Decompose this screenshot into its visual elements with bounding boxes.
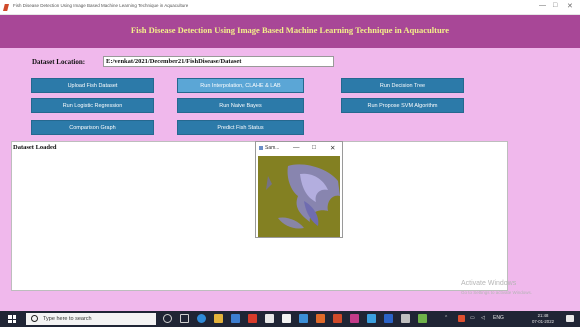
volume-icon[interactable]: ◁ bbox=[481, 315, 485, 321]
photos-icon[interactable] bbox=[367, 314, 376, 323]
task-view-icon[interactable] bbox=[180, 314, 189, 323]
taskbar-search-box[interactable]: Type here to search bbox=[26, 313, 156, 325]
window-title: Fish Disease Detection Using Image Based… bbox=[13, 3, 189, 8]
header-band: Fish Disease Detection Using Image Based… bbox=[0, 15, 580, 48]
feather-app-icon bbox=[3, 4, 9, 11]
tray-chevron-icon[interactable]: ⌃ bbox=[444, 315, 448, 321]
media-player-icon[interactable] bbox=[350, 314, 359, 323]
tray-language[interactable]: ENG bbox=[493, 315, 504, 321]
run-naive-bayes-button[interactable]: Run Naive Bayes bbox=[177, 98, 304, 113]
popup-close-button[interactable]: ✕ bbox=[330, 144, 335, 152]
taskbar-clock[interactable]: 21:48 07-01-2022 bbox=[532, 313, 554, 325]
dataset-location-label: Dataset Location: bbox=[32, 58, 86, 66]
tray-app-icon[interactable] bbox=[458, 315, 465, 322]
maximize-button[interactable]: □ bbox=[553, 2, 557, 9]
activate-windows-watermark: Activate Windows bbox=[461, 280, 517, 287]
popup-app-icon bbox=[259, 146, 263, 150]
activate-windows-subtext: Go to Settings to activate Windows. bbox=[461, 290, 533, 295]
store-icon[interactable] bbox=[231, 314, 240, 323]
file-explorer-icon[interactable] bbox=[214, 314, 223, 323]
run-logistic-regression-button[interactable]: Run Logistic Regression bbox=[31, 98, 154, 113]
close-button[interactable]: ✕ bbox=[567, 2, 573, 10]
windows-start-icon[interactable] bbox=[8, 315, 16, 323]
popup-minimize-button[interactable]: — bbox=[293, 144, 300, 151]
upload-dataset-button[interactable]: Upload Fish Dataset bbox=[31, 78, 154, 93]
settings-app-icon[interactable] bbox=[316, 314, 325, 323]
dataset-location-field[interactable]: E:/venkat/2021/December21/FishDisease/Da… bbox=[103, 56, 334, 67]
shopping-bag-icon[interactable] bbox=[282, 314, 291, 323]
page-title: Fish Disease Detection Using Image Based… bbox=[130, 25, 450, 35]
minimize-button[interactable]: — bbox=[539, 2, 546, 9]
python-idle-icon[interactable] bbox=[333, 314, 342, 323]
network-icon[interactable]: ▭ bbox=[470, 315, 475, 321]
sample-image-window[interactable]: Sam... — □ ✕ bbox=[255, 141, 343, 238]
popup-title: Sam... bbox=[265, 145, 280, 151]
fish-sample-image bbox=[258, 156, 340, 237]
run-interpolation-button[interactable]: Run Interpolation, CLAHE & LAB bbox=[177, 78, 304, 93]
cmd-icon[interactable] bbox=[401, 314, 410, 323]
app-icon[interactable] bbox=[418, 314, 427, 323]
mail-icon[interactable] bbox=[299, 314, 308, 323]
notepad-icon[interactable] bbox=[265, 314, 274, 323]
output-text: Dataset Loaded bbox=[13, 144, 57, 151]
predict-fish-status-button[interactable]: Predict Fish Status bbox=[177, 120, 304, 135]
chrome-icon[interactable] bbox=[248, 314, 257, 323]
notification-icon[interactable] bbox=[566, 315, 574, 322]
word-icon[interactable] bbox=[384, 314, 393, 323]
popup-maximize-button[interactable]: □ bbox=[312, 144, 316, 151]
search-placeholder: Type here to search bbox=[43, 315, 92, 322]
edge-browser-icon[interactable] bbox=[197, 314, 206, 323]
app-root: Fish Disease Detection Using Image Based… bbox=[0, 0, 580, 327]
taskbar: Type here to search ⌃ ▭ ◁ ENG 21:48 07-0… bbox=[0, 311, 580, 327]
window-titlebar: Fish Disease Detection Using Image Based… bbox=[0, 0, 580, 15]
taskbar-date: 07-01-2022 bbox=[532, 319, 554, 324]
cortana-circle-icon bbox=[31, 315, 38, 322]
comparison-graph-button[interactable]: Comparison Graph bbox=[31, 120, 154, 135]
run-decision-tree-button[interactable]: Run Decision Tree bbox=[341, 78, 464, 93]
microphone-icon[interactable] bbox=[163, 314, 172, 323]
run-svm-button[interactable]: Run Propose SVM Algorithm bbox=[341, 98, 464, 113]
